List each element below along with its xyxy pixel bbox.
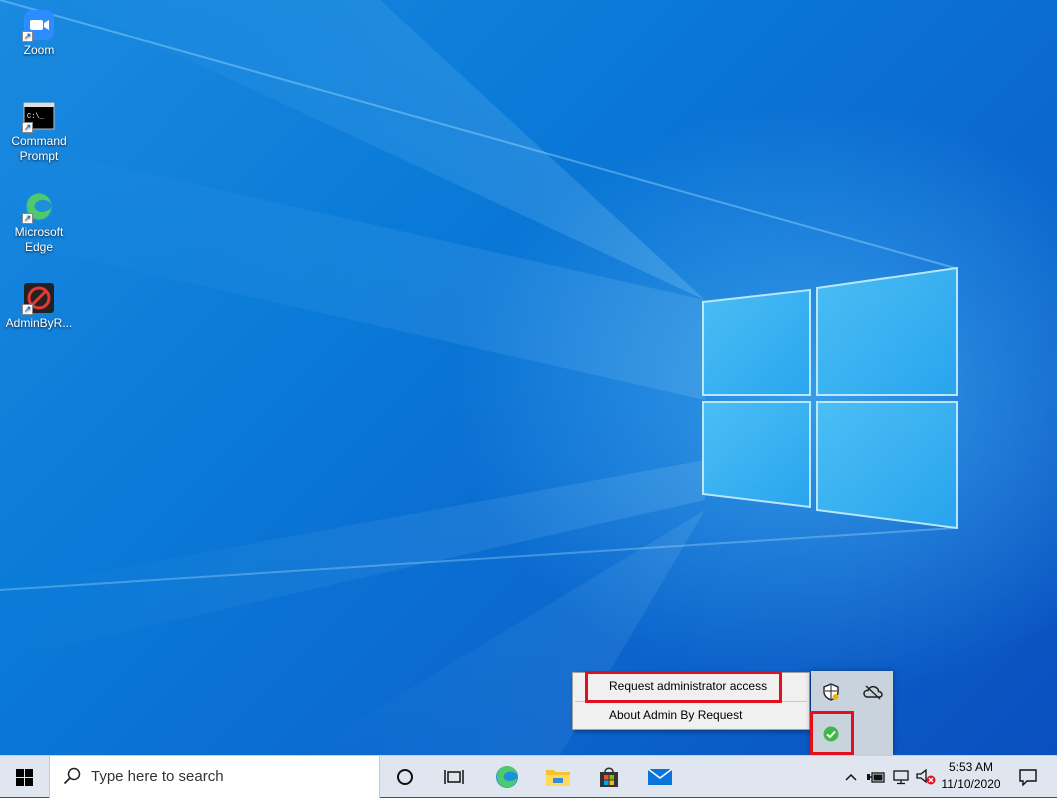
network-icon[interactable] bbox=[890, 756, 914, 798]
volume-muted-icon[interactable] bbox=[914, 756, 938, 798]
svg-text:C:\_: C:\_ bbox=[27, 113, 45, 121]
edge-icon: ↗ bbox=[22, 190, 56, 224]
desktop-icon-zoom[interactable]: ↗ Zoom bbox=[2, 8, 76, 58]
show-hidden-icons-chevron-up-icon[interactable] bbox=[840, 756, 862, 798]
edge-icon[interactable] bbox=[485, 756, 529, 798]
desktop-icon-label: Command Prompt bbox=[11, 134, 67, 163]
action-center-notification-icon[interactable] bbox=[1010, 756, 1046, 798]
desktop-icon-label: AdminByR... bbox=[5, 316, 73, 330]
admin-by-request-icon: ↗ bbox=[22, 281, 56, 315]
menu-item-request-admin-access[interactable]: Request administrator access bbox=[573, 673, 809, 700]
file-explorer-icon[interactable] bbox=[536, 756, 580, 798]
cloud-offline-icon[interactable] bbox=[860, 679, 886, 705]
clock-time: 5:53 AM bbox=[948, 760, 994, 774]
desktop-icon-label: Zoom bbox=[23, 43, 55, 57]
admin-by-request-status-icon[interactable] bbox=[818, 721, 844, 747]
zoom-icon: ↗ bbox=[22, 8, 56, 42]
battery-plug-icon[interactable] bbox=[864, 756, 888, 798]
cortana-icon[interactable] bbox=[383, 756, 427, 798]
start-button[interactable] bbox=[0, 756, 49, 798]
task-view-icon[interactable] bbox=[432, 756, 476, 798]
search-placeholder: Type here to search bbox=[91, 768, 224, 785]
search-icon bbox=[63, 767, 81, 785]
desktop-background: ↗ Zoom C:\_ ↗ Command Prompt ↗ Microsoft… bbox=[0, 0, 1057, 755]
taskbar-clock[interactable]: 5:53 AM 11/10/2020 bbox=[936, 759, 1006, 793]
taskbar-search-box[interactable]: Type here to search bbox=[49, 756, 380, 798]
security-shield-icon[interactable] bbox=[818, 679, 844, 705]
desktop-icon-command-prompt[interactable]: C:\_ ↗ Command Prompt bbox=[2, 99, 76, 164]
admin-by-request-context-menu: Request administrator access About Admin… bbox=[572, 672, 810, 730]
tray-overflow-flyout bbox=[811, 671, 893, 755]
mail-icon[interactable] bbox=[638, 756, 682, 798]
windows-start-icon bbox=[16, 768, 33, 786]
desktop-icon-microsoft-edge[interactable]: ↗ Microsoft Edge bbox=[2, 190, 76, 255]
clock-date: 11/10/2020 bbox=[941, 777, 1001, 791]
desktop-icon-admin-by-request[interactable]: ↗ AdminByR... bbox=[2, 281, 76, 331]
taskbar: Type here to search 5:53 AM 11/10/2020 bbox=[0, 755, 1057, 798]
windows-wallpaper-graphic bbox=[0, 0, 958, 755]
command-prompt-icon: C:\_ ↗ bbox=[22, 99, 56, 133]
windows-logo bbox=[702, 266, 958, 530]
menu-item-about-admin-by-request[interactable]: About Admin By Request bbox=[573, 702, 809, 729]
desktop-icon-label: Microsoft Edge bbox=[14, 225, 64, 254]
store-icon[interactable] bbox=[587, 756, 631, 798]
